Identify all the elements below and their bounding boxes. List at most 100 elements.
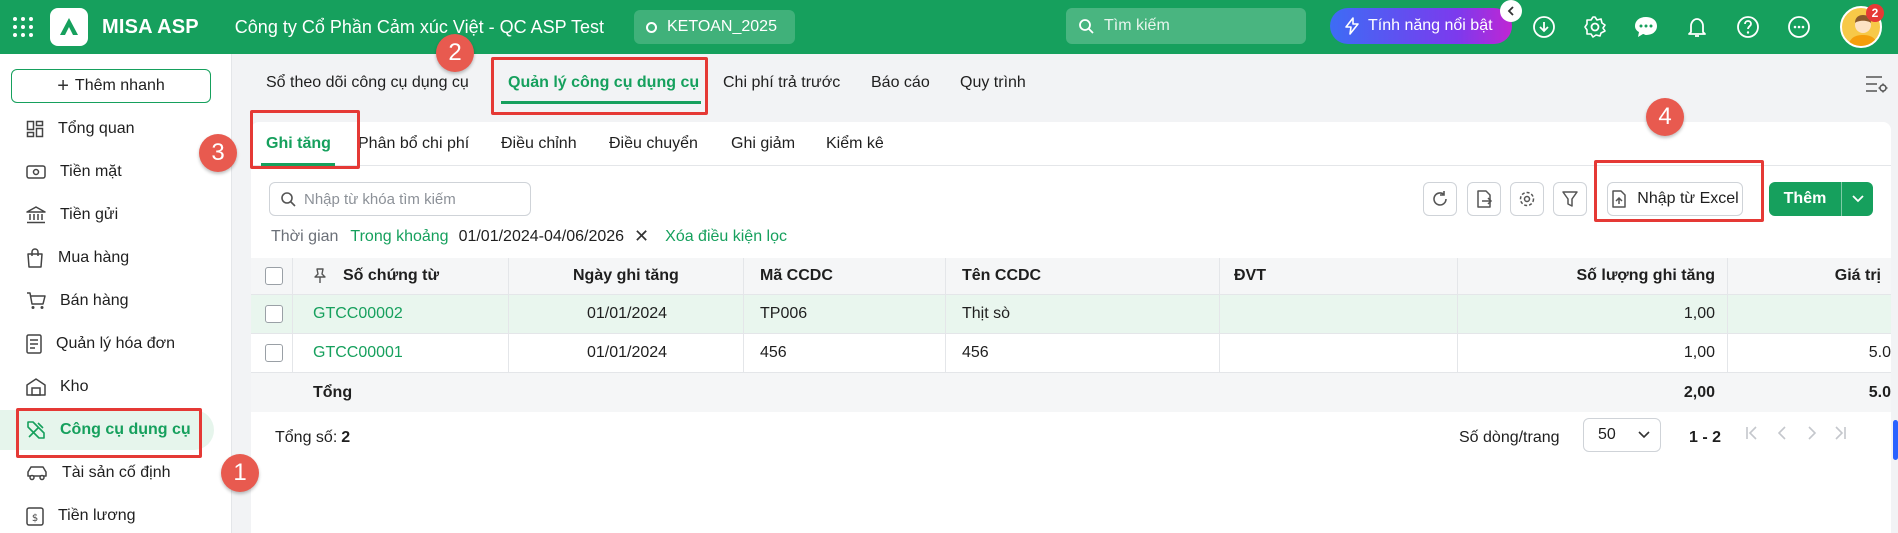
quick-add-button[interactable]: + Thêm nhanh [11,69,211,103]
download-icon[interactable] [1530,13,1558,41]
database-selector[interactable]: KETOAN_2025 [633,10,795,44]
column-header[interactable]: Tên CCDC [962,258,1041,294]
featured-features-button[interactable]: Tính năng nổi bật [1330,8,1512,44]
search-icon [1079,19,1094,34]
table-row[interactable]: GTCC00002 01/01/2024 TP006 Thịt sò 1,00 [251,295,1891,334]
sidebar-item-sales[interactable]: Bán hàng [0,281,232,321]
tool-name: 456 [962,344,989,361]
sidebar-item-label: Bán hàng [60,292,129,309]
scrollbar-thumb[interactable] [1893,420,1898,460]
sidebar-item-fixed-assets[interactable]: Tài sản cố định [0,453,232,493]
global-search-input[interactable]: Tìm kiếm [1066,8,1306,44]
table-row[interactable]: GTCC00001 01/01/2024 456 456 1,00 5.0 [251,334,1891,373]
keyword-search[interactable] [269,182,531,216]
filter-mode[interactable]: Trong khoảng [350,228,448,246]
company-name[interactable]: Công ty Cổ Phần Cảm xúc Việt - QC ASP Te… [235,17,604,38]
tab-prepaid-expenses[interactable]: Chi phí trả trước [723,74,840,92]
column-divider [292,334,293,372]
doc-number-link[interactable]: GTCC00001 [313,334,403,372]
increase-quantity: 1,00 [1683,305,1715,322]
chat-icon[interactable] [1632,13,1660,41]
sidebar-item-label: Tiền mặt [60,163,122,180]
filter-range[interactable]: 01/01/2024-04/06/2026 [459,228,624,246]
sidebar-item-cash[interactable]: Tiền mặt [0,152,232,192]
column-header[interactable]: Ngày ghi tăng [573,258,679,294]
add-dropdown-button[interactable] [1841,182,1873,216]
sidebar-item-invoices[interactable]: Quản lý hóa đơn [0,324,232,364]
cash-icon [26,165,46,179]
column-settings-icon[interactable] [1865,74,1889,99]
global-search-placeholder: Tìm kiếm [1104,17,1170,34]
gear-icon[interactable] [1581,13,1609,41]
column-header[interactable]: Số lượng ghi tăng [1471,258,1716,294]
tab-tool-ledger[interactable]: Sổ theo dõi công cụ dụng cụ [266,74,469,92]
column-divider [1457,295,1458,333]
select-all-checkbox[interactable] [265,258,283,294]
column-divider [1219,334,1220,372]
column-divider [743,295,744,333]
sidebar-item-label: Mua hàng [58,249,130,266]
status-ring-icon [645,21,657,33]
export-button[interactable] [1467,182,1501,216]
app-grid-icon[interactable] [12,16,34,38]
tab-decrease[interactable]: Ghi giảm [731,135,795,153]
tab-allocation[interactable]: Phân bổ chi phí [358,135,469,153]
warehouse-icon [26,378,46,396]
tab-transfer[interactable]: Điều chuyển [609,135,698,153]
annotation-marker: 3 [199,134,237,172]
add-button[interactable]: Thêm [1769,182,1841,216]
sidebar-item-overview[interactable]: Tổng quan [0,109,232,149]
keyword-search-input[interactable] [304,190,524,208]
column-header[interactable]: Mã CCDC [760,258,833,294]
arrow-left-icon[interactable] [1500,0,1522,22]
column-divider [1219,295,1220,333]
module-nav: Sổ theo dõi công cụ dụng cụ Quản lý công… [233,54,1898,113]
previous-page-icon[interactable] [1775,426,1789,445]
filter-label: Thời gian [271,227,339,245]
table-header: Số chứng từ Ngày ghi tăng Mã CCDC Tên CC… [251,258,1891,295]
record-count-value: 2 [341,429,351,446]
column-divider [1457,258,1458,294]
pin-icon[interactable] [313,258,327,294]
row-checkbox[interactable] [265,334,283,372]
refresh-icon [1433,191,1447,206]
first-page-icon[interactable] [1745,426,1759,445]
database-name: KETOAN_2025 [666,18,777,35]
tab-inventory-check[interactable]: Kiểm kê [826,135,884,153]
column-header[interactable]: Giá trị [1741,258,1881,294]
rows-per-page-label: Số dòng/trang [1459,429,1560,446]
misa-logo-icon[interactable] [50,8,88,46]
doc-number-link[interactable]: GTCC00002 [313,295,403,333]
column-divider [1727,334,1728,372]
quick-add-label: Thêm nhanh [74,77,165,94]
sidebar-item-warehouse[interactable]: Kho [0,367,232,407]
tab-process[interactable]: Quy trình [960,74,1026,92]
column-header[interactable]: Số chứng từ [343,258,439,294]
car-icon [27,466,47,481]
next-page-icon[interactable] [1805,426,1819,445]
column-header[interactable]: ĐVT [1234,258,1266,294]
settings-button[interactable] [1510,182,1544,216]
bell-icon[interactable] [1683,13,1711,41]
tab-adjustment[interactable]: Điều chỉnh [501,135,577,153]
total-label: Tổng [313,383,353,401]
close-icon[interactable]: ✕ [634,226,649,247]
svg-text:$: $ [32,513,38,524]
last-page-icon[interactable] [1833,426,1847,445]
payroll-icon: $ [26,507,44,526]
refresh-button[interactable] [1423,182,1457,216]
row-checkbox[interactable] [265,295,283,333]
sidebar-item-label: Quản lý hóa đơn [56,335,176,352]
sidebar-item-label: Tài sản cố định [62,464,171,481]
filter-icon [1562,191,1578,207]
sidebar-item-payroll[interactable]: $ Tiền lương [0,496,232,533]
more-options-icon[interactable] [1785,13,1813,41]
sidebar-item-purchase[interactable]: Mua hàng [0,238,232,278]
annotation-marker: 1 [221,454,259,492]
clear-filter-link[interactable]: Xóa điều kiện lọc [665,228,787,246]
rows-per-page-select[interactable]: 50 [1583,418,1661,452]
tab-reports[interactable]: Báo cáo [871,74,930,92]
filter-button[interactable] [1553,182,1587,216]
help-icon[interactable] [1734,13,1762,41]
sidebar-item-bank[interactable]: Tiền gửi [0,195,232,235]
